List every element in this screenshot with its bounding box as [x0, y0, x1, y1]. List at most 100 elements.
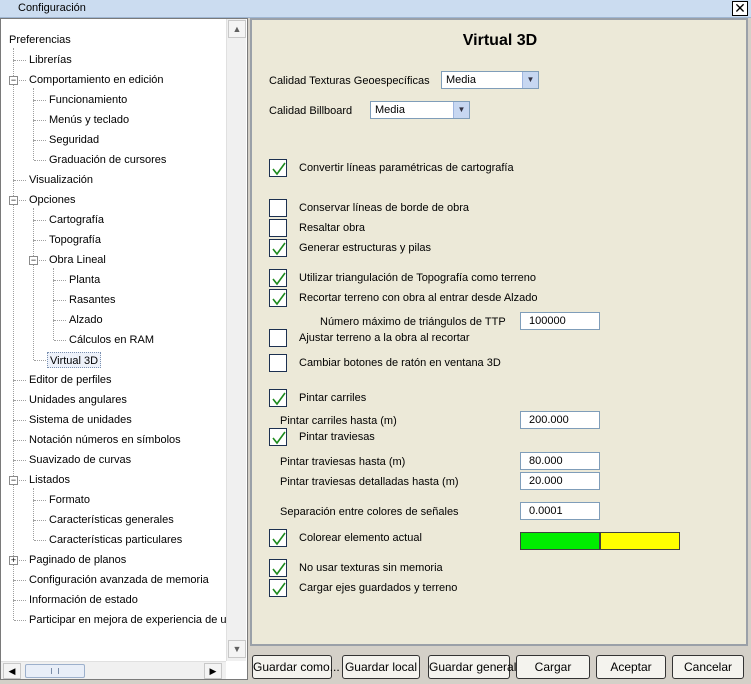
cargar-button[interactable]: Cargar: [516, 655, 590, 679]
tree-item[interactable]: Paginado de planos: [29, 552, 126, 568]
carriles-hasta-label: Pintar carriles hasta (m): [280, 415, 397, 427]
carriles-hasta-input[interactable]: 200.000: [520, 411, 600, 429]
resaltar-obra-checkbox[interactable]: [269, 219, 287, 237]
scroll-thumb[interactable]: [25, 664, 85, 678]
resaltar-obra-label: Resaltar obra: [299, 222, 366, 234]
collapse-icon[interactable]: −: [9, 476, 18, 485]
check-icon: [272, 431, 286, 445]
tree-item[interactable]: Funcionamiento: [49, 92, 127, 108]
tree-item[interactable]: Librerías: [29, 52, 72, 68]
expand-icon[interactable]: +: [9, 556, 18, 565]
generar-estructuras-label: Generar estructuras y pilas: [299, 242, 432, 254]
utilizar-triangulacion-label: Utilizar triangulación de Topografía com…: [299, 272, 537, 284]
colorear-elemento-checkbox[interactable]: [269, 529, 287, 547]
no-usar-texturas-checkbox[interactable]: [269, 559, 287, 577]
scroll-left-icon[interactable]: ◀: [3, 663, 21, 679]
recortar-terreno-checkbox[interactable]: [269, 289, 287, 307]
button-bar: Guardar como... Guardar local Guardar ge…: [250, 646, 748, 684]
scroll-right-icon[interactable]: ▶: [204, 663, 222, 679]
aceptar-button[interactable]: Aceptar: [596, 655, 666, 679]
calidad-texturas-label: Calidad Texturas Geoespecíficas: [269, 75, 430, 87]
calidad-texturas-select[interactable]: Media ▼: [441, 71, 539, 89]
chevron-down-icon[interactable]: ▼: [453, 102, 469, 118]
conservar-lineas-checkbox[interactable]: [269, 199, 287, 217]
collapse-icon[interactable]: −: [9, 196, 18, 205]
check-icon: [272, 242, 286, 256]
num-triangulos-label: Número máximo de triángulos de TTP: [320, 316, 506, 328]
tree-item[interactable]: Obra Lineal: [49, 252, 106, 268]
check-icon: [272, 162, 286, 176]
collapse-icon[interactable]: −: [9, 76, 18, 85]
cargar-ejes-checkbox[interactable]: [269, 579, 287, 597]
tree-item[interactable]: Cálculos en RAM: [69, 332, 154, 348]
check-icon: [272, 532, 286, 546]
separacion-colores-label: Separación entre colores de señales: [280, 506, 459, 518]
traviesas-detalladas-input[interactable]: 20.000: [520, 472, 600, 490]
tree-item[interactable]: Comportamiento en edición: [29, 72, 164, 88]
cambiar-botones-checkbox[interactable]: [269, 354, 287, 372]
tree-item[interactable]: Características particulares: [49, 532, 182, 548]
guardar-general-button[interactable]: Guardar general: [428, 655, 516, 679]
pintar-traviesas-label: Pintar traviesas: [299, 431, 375, 443]
settings-panel: Virtual 3D Calidad Texturas Geoespecífic…: [250, 18, 748, 646]
tree-item[interactable]: Participar en mejora de experiencia de u…: [29, 612, 229, 628]
generar-estructuras-checkbox[interactable]: [269, 239, 287, 257]
tree-item[interactable]: Graduación de cursores: [49, 152, 166, 168]
convertir-lineas-label: Convertir líneas paramétricas de cartogr…: [299, 162, 514, 174]
title-bar: Configuración ✕: [0, 0, 751, 18]
tree-item[interactable]: Listados: [29, 472, 70, 488]
color-swatch-yellow[interactable]: [600, 532, 680, 550]
tree-item[interactable]: Rasantes: [69, 292, 115, 308]
close-icon[interactable]: ✕: [732, 1, 748, 16]
calidad-billboard-select[interactable]: Media ▼: [370, 101, 470, 119]
scroll-down-icon[interactable]: ▼: [228, 640, 246, 658]
utilizar-triangulacion-checkbox[interactable]: [269, 269, 287, 287]
tree-item[interactable]: Topografía: [49, 232, 101, 248]
calidad-billboard-label: Calidad Billboard: [269, 105, 353, 117]
tree-item[interactable]: Características generales: [49, 512, 174, 528]
traviesas-hasta-input[interactable]: 80.000: [520, 452, 600, 470]
tree-item[interactable]: Opciones: [29, 192, 75, 208]
check-icon: [272, 562, 286, 576]
tree-item[interactable]: Planta: [69, 272, 100, 288]
tree-item[interactable]: Notación números en símbolos: [29, 432, 181, 448]
cambiar-botones-label: Cambiar botones de ratón en ventana 3D: [299, 357, 501, 369]
chevron-down-icon[interactable]: ▼: [522, 72, 538, 88]
num-triangulos-input[interactable]: 100000: [520, 312, 600, 330]
guardar-como-button[interactable]: Guardar como...: [252, 655, 340, 679]
pintar-traviesas-checkbox[interactable]: [269, 428, 287, 446]
pintar-carriles-checkbox[interactable]: [269, 389, 287, 407]
traviesas-detalladas-label: Pintar traviesas detalladas hasta (m): [280, 476, 459, 488]
tree-item[interactable]: Seguridad: [49, 132, 99, 148]
panel-title: Virtual 3D: [462, 32, 538, 49]
preferences-tree[interactable]: Preferencias Librerías Comportamiento en e…: [0, 18, 248, 680]
check-icon: [272, 582, 286, 596]
tree-item[interactable]: Cartografía: [49, 212, 104, 228]
tree-item[interactable]: Virtual 3D: [47, 352, 102, 368]
convertir-lineas-checkbox[interactable]: [269, 159, 287, 177]
tree-item[interactable]: Visualización: [29, 172, 93, 188]
tree-item[interactable]: Sistema de unidades: [29, 412, 132, 428]
tree-vertical-scrollbar[interactable]: ▲ ▼: [226, 19, 246, 661]
tree-item[interactable]: Alzado: [69, 312, 103, 328]
tree-item[interactable]: Editor de perfiles: [29, 372, 112, 388]
separacion-colores-input[interactable]: 0.0001: [520, 502, 600, 520]
tree-item[interactable]: Unidades angulares: [29, 392, 127, 408]
tree-item[interactable]: Suavizado de curvas: [29, 452, 131, 468]
calidad-billboard-value: Media: [375, 104, 405, 116]
check-icon: [272, 392, 286, 406]
tree-item[interactable]: Configuración avanzada de memoria: [29, 572, 209, 588]
tree-horizontal-scrollbar[interactable]: ◀ ▶: [1, 661, 226, 679]
scroll-up-icon[interactable]: ▲: [228, 20, 246, 38]
tree-item[interactable]: Formato: [49, 492, 90, 508]
tree-item[interactable]: Preferencias: [9, 32, 71, 48]
cancelar-button[interactable]: Cancelar: [672, 655, 744, 679]
tree-item[interactable]: Menús y teclado: [49, 112, 129, 128]
collapse-icon[interactable]: −: [29, 256, 38, 265]
no-usar-texturas-label: No usar texturas sin memoria: [299, 562, 443, 574]
guardar-local-button[interactable]: Guardar local: [342, 655, 420, 679]
ajustar-terreno-checkbox[interactable]: [269, 329, 287, 347]
color-swatch-green[interactable]: [520, 532, 600, 550]
recortar-terreno-label: Recortar terreno con obra al entrar desd…: [299, 292, 538, 304]
tree-item[interactable]: Información de estado: [29, 592, 138, 608]
